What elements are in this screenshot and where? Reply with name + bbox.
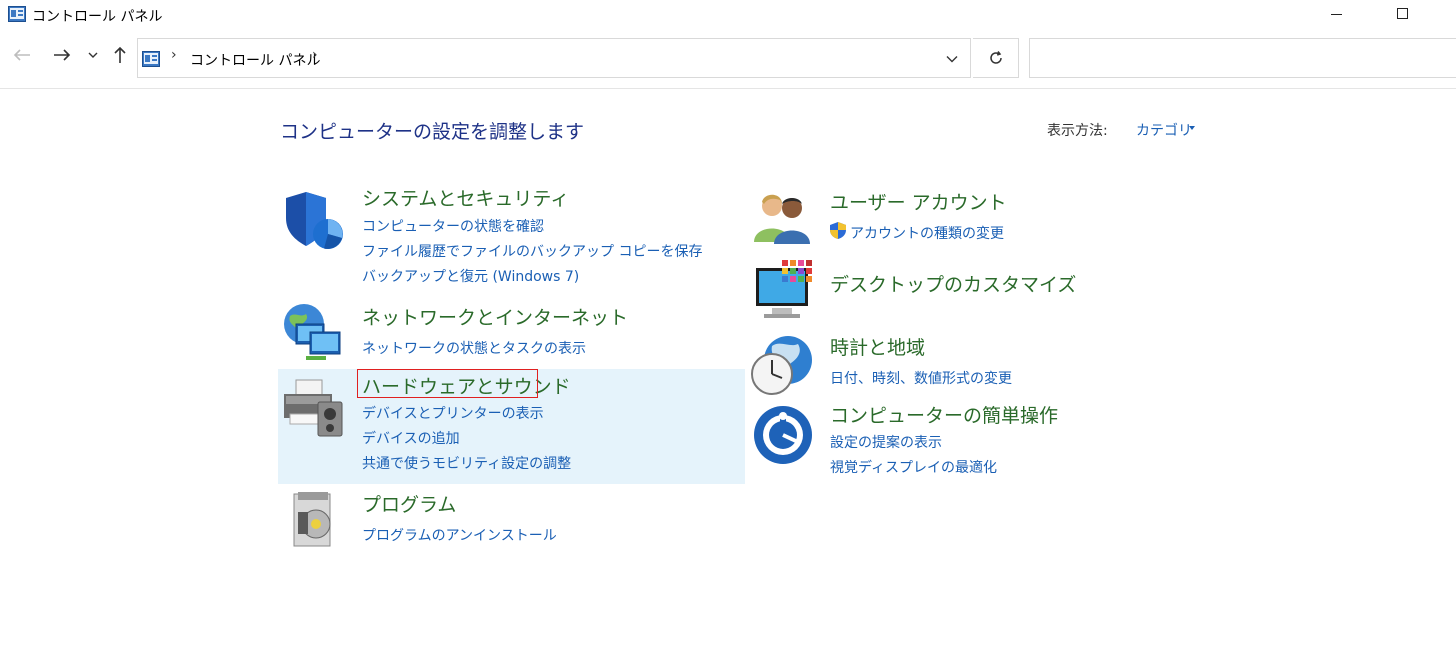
link-devices-printers[interactable]: デバイスとプリンターの表示 bbox=[362, 403, 544, 423]
recent-locations-button[interactable] bbox=[84, 40, 102, 70]
link-optimize-visual-display[interactable]: 視覚ディスプレイの最適化 bbox=[830, 457, 997, 477]
breadcrumb-separator[interactable]: › bbox=[171, 47, 177, 63]
link-add-device[interactable]: デバイスの追加 bbox=[362, 428, 460, 448]
view-by-label: 表示方法: bbox=[1047, 123, 1108, 139]
control-panel-icon bbox=[8, 6, 26, 22]
navigation-bar: › コントロール パネル › bbox=[0, 30, 1456, 89]
category-title-clock-region[interactable]: 時計と地域 bbox=[830, 333, 925, 360]
uac-shield-icon bbox=[830, 222, 846, 239]
breadcrumb-control-panel[interactable]: コントロール パネル bbox=[190, 50, 320, 70]
link-uninstall-program[interactable]: プログラムのアンインストール bbox=[362, 525, 557, 545]
programs-icon bbox=[293, 492, 331, 547]
control-panel-icon bbox=[142, 51, 160, 67]
link-check-computer-status[interactable]: コンピューターの状態を確認 bbox=[362, 216, 544, 236]
link-network-status[interactable]: ネットワークの状態とタスクの表示 bbox=[362, 338, 586, 358]
link-file-history-backup[interactable]: ファイル履歴でファイルのバックアップ コピーを保存 bbox=[362, 241, 702, 261]
highlight-box bbox=[357, 369, 538, 398]
arrow-right-icon bbox=[54, 49, 71, 61]
breadcrumb-separator[interactable]: › bbox=[312, 47, 318, 63]
link-backup-restore[interactable]: バックアップと復元 (Windows 7) bbox=[362, 266, 579, 286]
category-title-user-accounts[interactable]: ユーザー アカウント bbox=[830, 188, 1007, 215]
network-globe-icon bbox=[284, 304, 341, 360]
chevron-down-icon bbox=[88, 52, 98, 58]
minimize-button[interactable] bbox=[1314, 0, 1360, 30]
category-title-system-security[interactable]: システムとセキュリティ bbox=[362, 184, 569, 211]
users-icon bbox=[754, 194, 810, 244]
search-input[interactable] bbox=[1029, 38, 1456, 78]
link-mobility-settings[interactable]: 共通で使うモビリティ設定の調整 bbox=[362, 453, 571, 473]
caret-down-icon[interactable] bbox=[1189, 126, 1195, 130]
title-bar: コントロール パネル bbox=[0, 0, 1456, 30]
printer-icon bbox=[284, 379, 343, 437]
link-change-account-type[interactable]: アカウントの種類の変更 bbox=[850, 223, 1004, 243]
category-title-ease-of-access[interactable]: コンピューターの簡単操作 bbox=[830, 401, 1058, 428]
ease-of-access-icon bbox=[754, 406, 812, 464]
category-title-programs[interactable]: プログラム bbox=[362, 490, 456, 517]
shield-icon bbox=[286, 192, 343, 249]
maximize-button[interactable] bbox=[1380, 0, 1426, 30]
forward-button[interactable] bbox=[48, 40, 76, 70]
address-dropdown-button[interactable] bbox=[938, 47, 966, 71]
page-title: コンピューターの設定を調整します bbox=[280, 121, 585, 143]
refresh-icon bbox=[989, 51, 1002, 64]
link-change-date-time-format[interactable]: 日付、時刻、数値形式の変更 bbox=[830, 368, 1012, 388]
category-title-network-internet[interactable]: ネットワークとインターネット bbox=[362, 303, 628, 330]
arrow-up-icon bbox=[114, 46, 126, 63]
category-title-appearance[interactable]: デスクトップのカスタマイズ bbox=[830, 270, 1076, 297]
up-button[interactable] bbox=[106, 40, 134, 70]
arrow-left-icon bbox=[13, 49, 30, 61]
back-button[interactable] bbox=[8, 40, 36, 70]
link-suggested-settings[interactable]: 設定の提案の表示 bbox=[830, 432, 942, 452]
view-by-dropdown[interactable]: カテゴリ bbox=[1136, 120, 1192, 140]
clock-globe-icon bbox=[751, 336, 812, 395]
address-bar[interactable]: › コントロール パネル › bbox=[137, 38, 971, 78]
chevron-down-icon bbox=[946, 56, 958, 63]
monitor-icon bbox=[756, 260, 812, 318]
window-title: コントロール パネル bbox=[32, 9, 163, 25]
refresh-button[interactable] bbox=[973, 38, 1019, 78]
